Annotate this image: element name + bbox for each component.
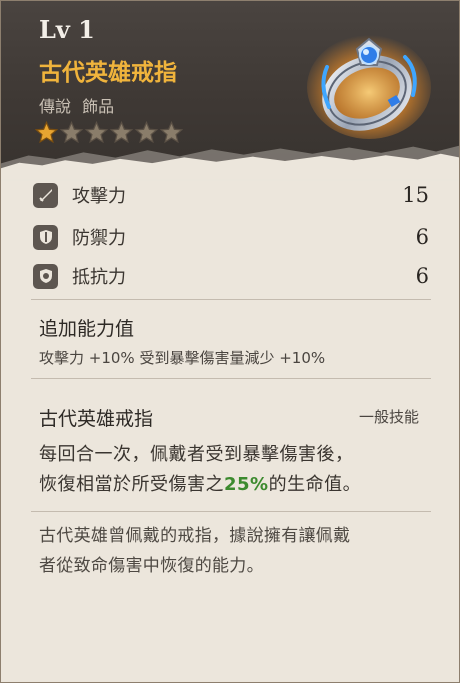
item-tooltip-card: Lv 1 古代英雄戒指 傳說 飾品 攻擊力 15 防禦力 6 抵抗力 6 追加能… <box>0 0 460 683</box>
star-empty-icon <box>110 121 133 144</box>
bonus-title: 追加能力值 <box>39 318 135 340</box>
item-type: 傳說 飾品 <box>39 93 114 117</box>
item-level: Lv 1 <box>39 15 95 44</box>
divider <box>31 511 431 512</box>
sword-icon <box>33 182 58 208</box>
star-rating <box>35 121 183 144</box>
skill-desc-line: 每回合一次，佩戴者受到暴擊傷害後， <box>39 444 354 465</box>
stat-row-defense: 防禦力 6 <box>33 222 429 252</box>
bonus-text: 攻擊力 +10% 受到暴擊傷害量減少 +10% <box>39 349 326 367</box>
skill-heal-percent: 25% <box>224 474 269 495</box>
stat-label: 抵抗力 <box>72 267 126 288</box>
stat-label: 攻擊力 <box>72 186 126 207</box>
star-empty-icon <box>60 121 83 144</box>
lore-line: 者從致命傷害中恢復的能力。 <box>39 556 264 576</box>
item-name: 古代英雄戒指 <box>39 60 177 86</box>
resist-shield-icon <box>33 263 58 289</box>
star-empty-icon <box>135 121 158 144</box>
skill-name: 古代英雄戒指 <box>39 408 154 430</box>
skill-description: 每回合一次，佩戴者受到暴擊傷害後， 恢復相當於所受傷害之25%的生命值。 <box>39 440 429 500</box>
skill-type: 一般技能 <box>358 408 419 426</box>
stat-value: 6 <box>415 264 429 288</box>
stat-value: 6 <box>415 225 429 249</box>
lore-text: 古代英雄曾佩戴的戒指，據說擁有讓佩戴 者從致命傷害中恢復的能力。 <box>39 521 429 581</box>
shield-icon <box>33 224 58 250</box>
item-rarity: 傳說 <box>39 97 72 116</box>
divider <box>31 299 431 300</box>
star-filled-icon <box>35 121 58 144</box>
lore-line: 古代英雄曾佩戴的戒指，據說擁有讓佩戴 <box>39 526 351 546</box>
item-category: 飾品 <box>82 97 115 116</box>
skill-desc-line: 恢復相當於所受傷害之25%的生命值。 <box>39 470 429 500</box>
skill-desc-text: 的生命值。 <box>268 474 362 495</box>
star-empty-icon <box>160 121 183 144</box>
divider <box>31 378 431 379</box>
ring-icon <box>307 35 431 139</box>
stat-row-resistance: 抵抗力 6 <box>33 261 429 291</box>
stat-row-attack: 攻擊力 15 <box>33 180 429 210</box>
stat-value: 15 <box>402 183 429 207</box>
star-empty-icon <box>85 121 108 144</box>
skill-desc-text: 恢復相當於所受傷害之 <box>39 474 224 495</box>
stat-label: 防禦力 <box>72 228 126 249</box>
